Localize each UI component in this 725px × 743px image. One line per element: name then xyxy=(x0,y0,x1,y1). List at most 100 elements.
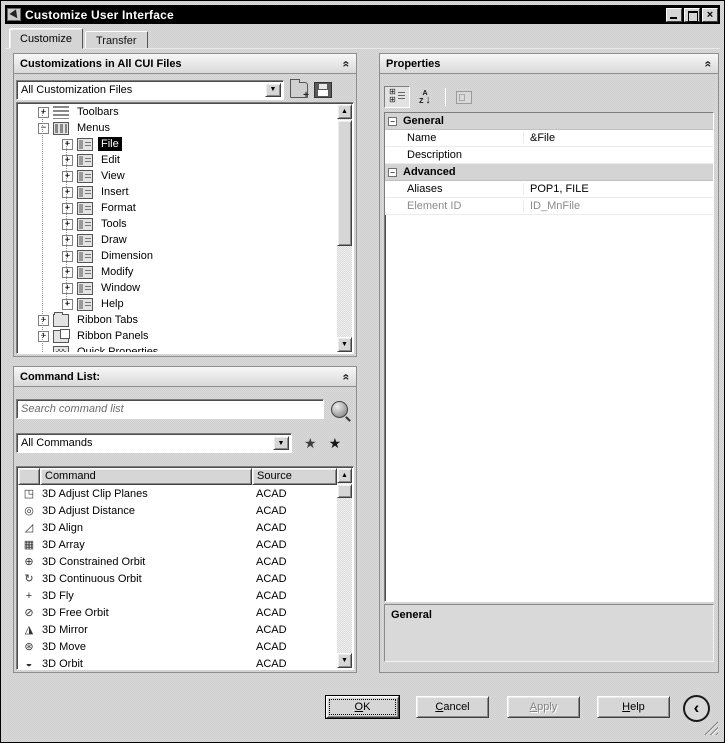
load-customization-file-icon[interactable] xyxy=(290,82,308,98)
command-row-3d-move[interactable]: ⊛3D MoveACAD xyxy=(18,638,337,655)
tree-item-menus[interactable]: −Menus xyxy=(18,120,337,136)
column-header-source[interactable]: Source xyxy=(252,468,337,485)
titlebar[interactable]: Customize User Interface × xyxy=(5,5,720,24)
property-pages-button xyxy=(451,86,477,108)
customizations-panel-header[interactable]: Customizations in All CUI Files « xyxy=(14,54,356,74)
tree-expand-toggle[interactable]: + xyxy=(38,331,49,342)
combobox-dropdown-arrow[interactable]: ▼ xyxy=(273,436,289,450)
combobox-dropdown-arrow[interactable]: ▼ xyxy=(265,83,281,97)
tree-expand-toggle[interactable]: + xyxy=(62,171,73,182)
alphabetical-sort-button[interactable]: AZ↓ xyxy=(412,86,438,108)
minimize-button[interactable] xyxy=(666,8,682,22)
search-icon[interactable] xyxy=(331,401,348,418)
tree-expand-toggle[interactable]: + xyxy=(62,139,73,150)
command-name: 3D Continuous Orbit xyxy=(40,573,252,585)
toolbars-icon xyxy=(53,106,69,119)
tree-item-ribbon-tabs[interactable]: + Ribbon Tabs xyxy=(18,312,337,328)
collapse-chevron-icon[interactable]: « xyxy=(342,60,352,67)
command-row-3d-array[interactable]: ▦3D ArrayACAD xyxy=(18,536,337,553)
create-new-command-icon[interactable]: ★ xyxy=(304,435,317,451)
customization-file-combobox[interactable]: All Customization Files ▼ xyxy=(16,80,284,100)
property-row-description[interactable]: Description xyxy=(385,147,713,164)
command-row-3d-adjust-clip-planes[interactable]: ◳3D Adjust Clip PlanesACAD xyxy=(18,485,337,502)
window-title: Customize User Interface xyxy=(25,8,174,22)
command-source: ACAD xyxy=(252,539,337,551)
command-row-3d-free-orbit[interactable]: ⊘3D Free OrbitACAD xyxy=(18,604,337,621)
command-source: ACAD xyxy=(252,488,337,500)
property-row-name[interactable]: Name&File xyxy=(385,130,713,147)
menus-icon xyxy=(53,122,69,135)
command-filter-combobox-value: All Commands xyxy=(21,437,93,449)
command-list-scrollbar[interactable]: ▲ ▼ xyxy=(337,468,352,668)
tree-item-toolbars[interactable]: +Toolbars xyxy=(18,104,337,120)
property-row-aliases[interactable]: AliasesPOP1, FILE xyxy=(385,181,713,198)
property-category-advanced[interactable]: −Advanced xyxy=(385,164,713,181)
tree-expand-toggle[interactable]: + xyxy=(38,315,49,326)
command-row-3d-constrained-orbit[interactable]: ⊕3D Constrained OrbitACAD xyxy=(18,553,337,570)
close-button[interactable]: × xyxy=(702,8,718,22)
command-row-3d-adjust-distance[interactable]: ◎3D Adjust DistanceACAD xyxy=(18,502,337,519)
tree-expand-toggle[interactable]: + xyxy=(62,203,73,214)
command-row-3d-align[interactable]: ◿3D AlignACAD xyxy=(18,519,337,536)
search-command-input[interactable] xyxy=(16,399,324,419)
command-list-panel-header[interactable]: Command List: « xyxy=(14,367,356,387)
menu-icon xyxy=(77,170,93,183)
app-icon xyxy=(7,8,21,21)
command-row-3d-mirror[interactable]: ◮3D MirrorACAD xyxy=(18,621,337,638)
tree-item-quick-properties[interactable]: Quick Properties xyxy=(18,344,337,352)
collapse-dialog-button[interactable]: ‹ xyxy=(683,695,710,722)
tree-expand-toggle[interactable]: + xyxy=(62,155,73,166)
tree-item-ribbon-panels[interactable]: +Ribbon Panels xyxy=(18,328,337,344)
maximize-button[interactable] xyxy=(684,8,700,22)
tab-bar: Customize Transfer xyxy=(9,28,148,49)
tree-expand-toggle[interactable]: + xyxy=(62,235,73,246)
ok-button[interactable]: OK xyxy=(326,696,399,718)
column-header-icon[interactable] xyxy=(18,468,40,485)
tree-expand-toggle[interactable]: + xyxy=(62,251,73,262)
cancel-button[interactable]: Cancel xyxy=(416,696,489,718)
scroll-up-icon[interactable]: ▲ xyxy=(337,468,352,483)
command-row-3d-orbit[interactable]: ◒3D OrbitACAD xyxy=(18,655,337,668)
command-table: Command Source ◳3D Adjust Clip PlanesACA… xyxy=(16,466,354,670)
column-header-command[interactable]: Command xyxy=(40,468,252,485)
scroll-up-icon[interactable]: ▲ xyxy=(337,104,352,119)
property-value[interactable]: POP1, FILE xyxy=(523,183,713,195)
properties-panel-header[interactable]: Properties « xyxy=(380,54,718,74)
command-row-3d-fly[interactable]: +3D FlyACAD xyxy=(18,587,337,604)
tree-item-label: File xyxy=(98,137,122,151)
tab-customize[interactable]: Customize xyxy=(9,28,83,49)
help-button[interactable]: Help xyxy=(597,696,670,718)
tree-scrollbar[interactable]: ▲ ▼ xyxy=(337,104,352,352)
property-value[interactable]: &File xyxy=(523,132,713,144)
scroll-down-icon[interactable]: ▼ xyxy=(337,653,352,668)
category-collapse-toggle[interactable]: − xyxy=(388,117,397,126)
categorized-view-button[interactable] xyxy=(384,86,410,108)
command-filter-combobox[interactable]: All Commands ▼ xyxy=(16,433,292,453)
category-collapse-toggle[interactable]: − xyxy=(388,168,397,177)
tree-expand-toggle[interactable]: + xyxy=(62,299,73,310)
tree-expand-toggle[interactable]: + xyxy=(62,267,73,278)
save-customization-file-icon[interactable] xyxy=(314,82,332,98)
property-description-box: General xyxy=(384,604,714,662)
property-row-element-id: Element IDID_MnFile xyxy=(385,198,713,215)
tree-scrollbar-thumb[interactable] xyxy=(337,120,352,246)
adjust-clip-planes-icon: ◳ xyxy=(18,487,40,500)
scroll-down-icon[interactable]: ▼ xyxy=(337,337,352,352)
tree-expand-toggle[interactable]: + xyxy=(62,283,73,294)
tab-transfer[interactable]: Transfer xyxy=(85,31,148,49)
property-category-general[interactable]: −General xyxy=(385,113,713,130)
command-source: ACAD xyxy=(252,590,337,602)
chevron-left-icon: ‹ xyxy=(694,699,700,716)
find-command-icon[interactable]: ★ xyxy=(329,435,342,451)
tree-expand-toggle[interactable]: + xyxy=(62,219,73,230)
command-row-3d-continuous-orbit[interactable]: ↻3D Continuous OrbitACAD xyxy=(18,570,337,587)
collapse-chevron-icon[interactable]: « xyxy=(704,60,714,67)
tree-item-label: Ribbon Tabs xyxy=(74,313,141,327)
tree-expand-toggle[interactable]: + xyxy=(38,107,49,118)
command-list-scrollbar-thumb[interactable] xyxy=(337,484,352,498)
tree-expand-toggle[interactable]: − xyxy=(38,123,49,134)
resize-grip[interactable] xyxy=(704,721,718,735)
collapse-chevron-icon[interactable]: « xyxy=(342,373,352,380)
command-name: 3D Align xyxy=(40,522,252,534)
tree-expand-toggle[interactable]: + xyxy=(62,187,73,198)
